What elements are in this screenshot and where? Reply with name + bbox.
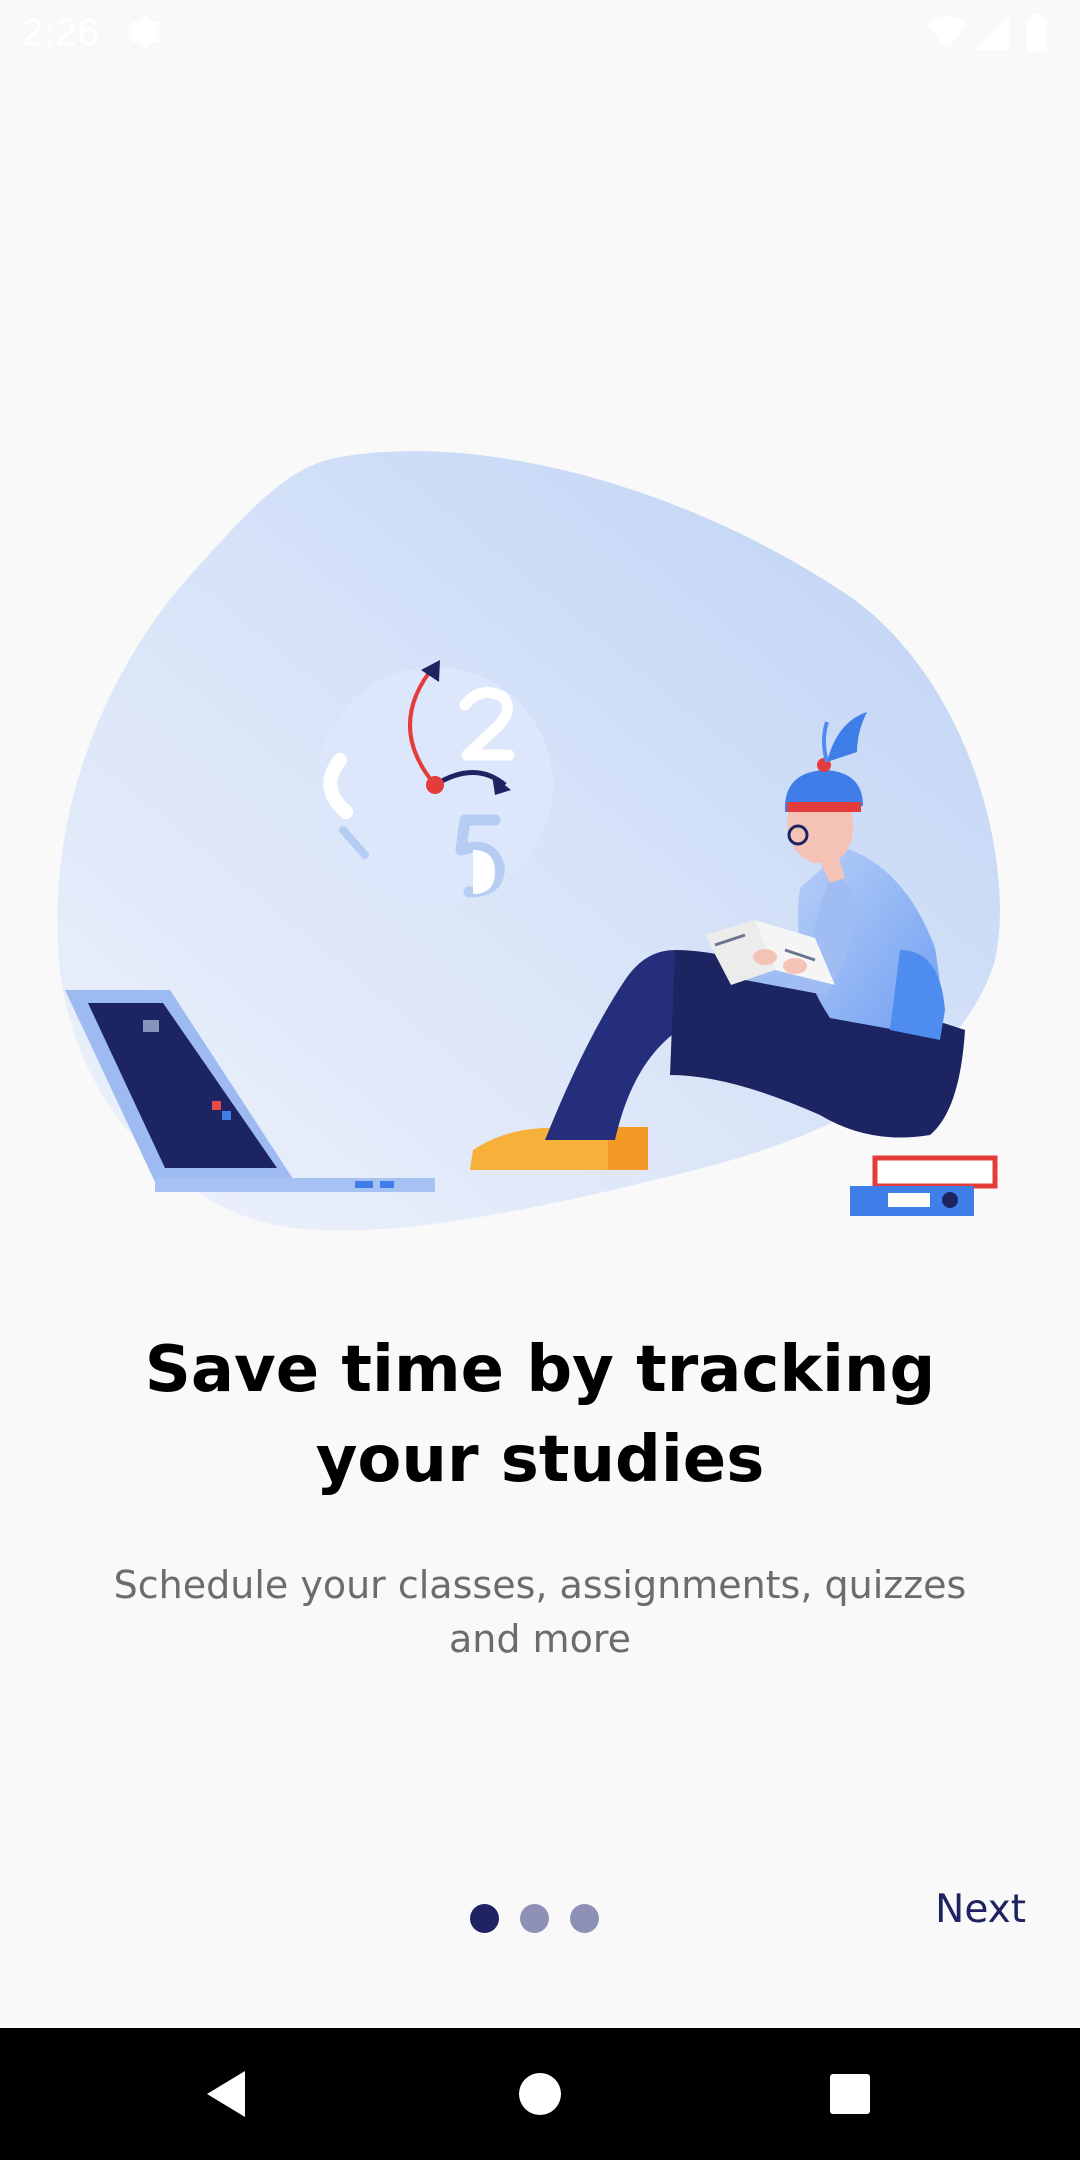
study-illustration xyxy=(57,451,1000,1231)
battery-icon xyxy=(1027,18,1047,52)
recents-icon xyxy=(830,2074,870,2114)
onboarding-title: Save time by tracking your studies xyxy=(144,1333,936,1497)
next-button[interactable]: Next xyxy=(935,1880,1026,1940)
home-icon xyxy=(519,2073,561,2115)
recents-button[interactable] xyxy=(814,2058,886,2130)
status-icons xyxy=(927,14,1047,52)
signal-icon xyxy=(975,16,1009,50)
status-time: 2:26 xyxy=(22,12,100,54)
back-icon xyxy=(207,2071,245,2117)
books-icon xyxy=(850,1155,998,1216)
page-dot-2[interactable] xyxy=(520,1903,549,1933)
status-bar: 2:26 xyxy=(0,0,1080,66)
settings-gear-icon xyxy=(129,15,162,49)
wifi-icon xyxy=(927,16,967,50)
onboarding-subtitle: Schedule your classes, assignments, quiz… xyxy=(113,1563,967,1661)
back-button[interactable] xyxy=(190,2058,262,2130)
home-button[interactable] xyxy=(504,2058,576,2130)
page-indicator xyxy=(470,1902,610,1934)
page-dot-3[interactable] xyxy=(570,1903,599,1933)
onboarding-screen: 2:26 Save time by tracking your studies … xyxy=(0,0,1080,2160)
system-navigation-bar xyxy=(0,2028,1080,2160)
page-dot-1-active[interactable] xyxy=(470,1903,499,1933)
